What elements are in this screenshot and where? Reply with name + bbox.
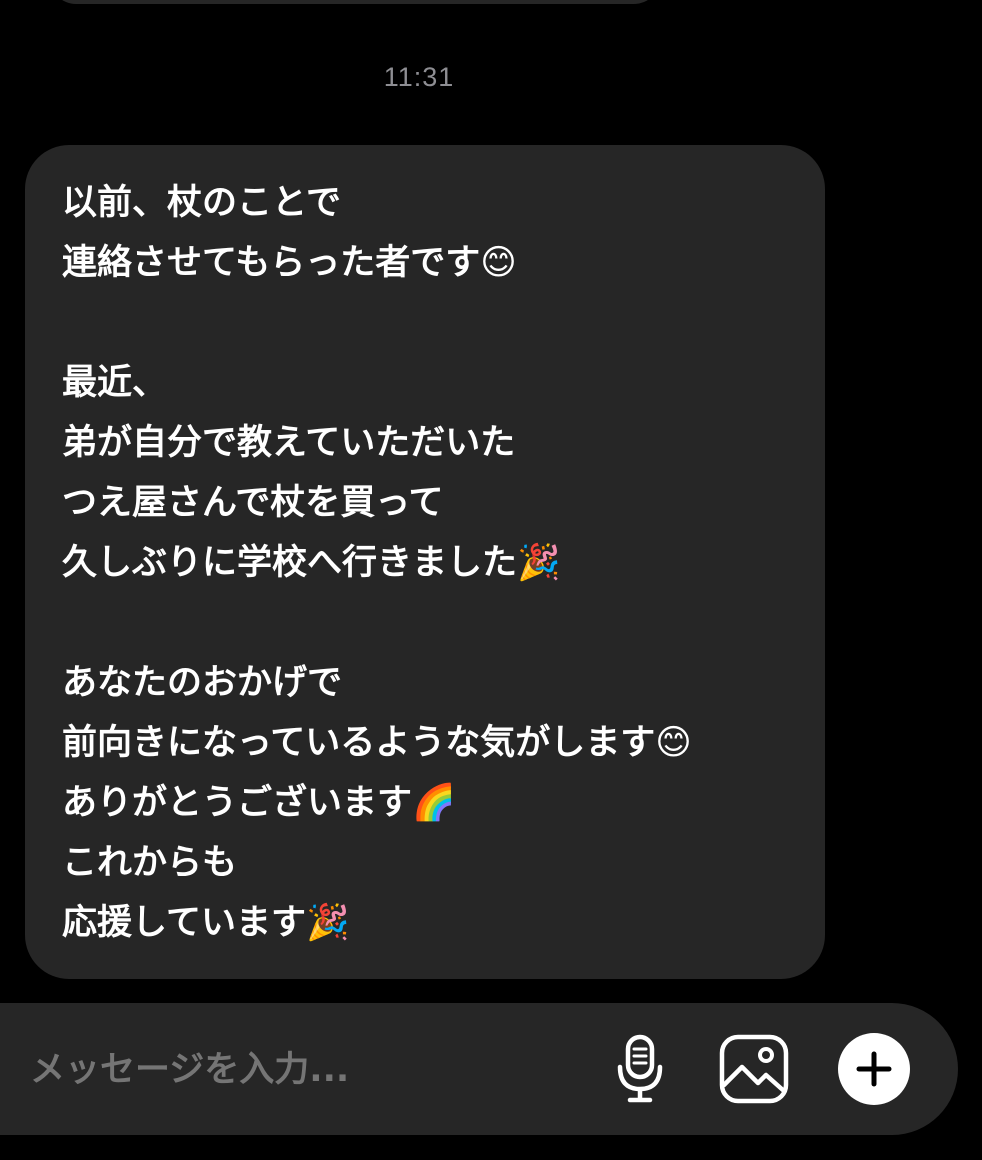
message-line: 応援しています🎉 xyxy=(62,903,350,943)
message-line: つえ屋さんで杖を買って xyxy=(62,483,444,523)
microphone-button[interactable] xyxy=(604,1033,676,1105)
previous-message-bubble xyxy=(50,0,660,4)
chat-screen: 11:31 以前、杖のことで 連絡させてもらった者です😊 最近、 弟が自分で教え… xyxy=(0,0,982,1160)
message-line: 久しぶりに学校へ行きました🎉 xyxy=(62,543,561,583)
microphone-icon xyxy=(617,1034,663,1103)
message-line: 以前、杖のことで xyxy=(62,183,341,223)
received-message-bubble[interactable]: 以前、杖のことで 連絡させてもらった者です😊 最近、 弟が自分で教えていただいた… xyxy=(25,145,825,979)
message-line: 弟が自分で教えていただいた xyxy=(62,423,516,463)
message-input[interactable] xyxy=(28,1043,592,1097)
plus-icon xyxy=(856,1051,892,1087)
add-button-circle xyxy=(838,1033,910,1105)
message-line: これからも xyxy=(62,843,238,883)
message-line: ありがとうございます🌈 xyxy=(62,783,456,823)
message-line: あなたのおかげで xyxy=(62,663,343,703)
message-timestamp: 11:31 xyxy=(383,62,455,92)
add-button[interactable] xyxy=(838,1033,910,1105)
message-composer xyxy=(0,1003,958,1135)
image-icon xyxy=(719,1034,789,1104)
message-line: 最近、 xyxy=(62,363,168,403)
gallery-button[interactable] xyxy=(718,1033,790,1105)
message-line: 連絡させてもらった者です😊 xyxy=(62,243,517,283)
message-line: 前向きになっているような気がします😊 xyxy=(62,723,692,763)
